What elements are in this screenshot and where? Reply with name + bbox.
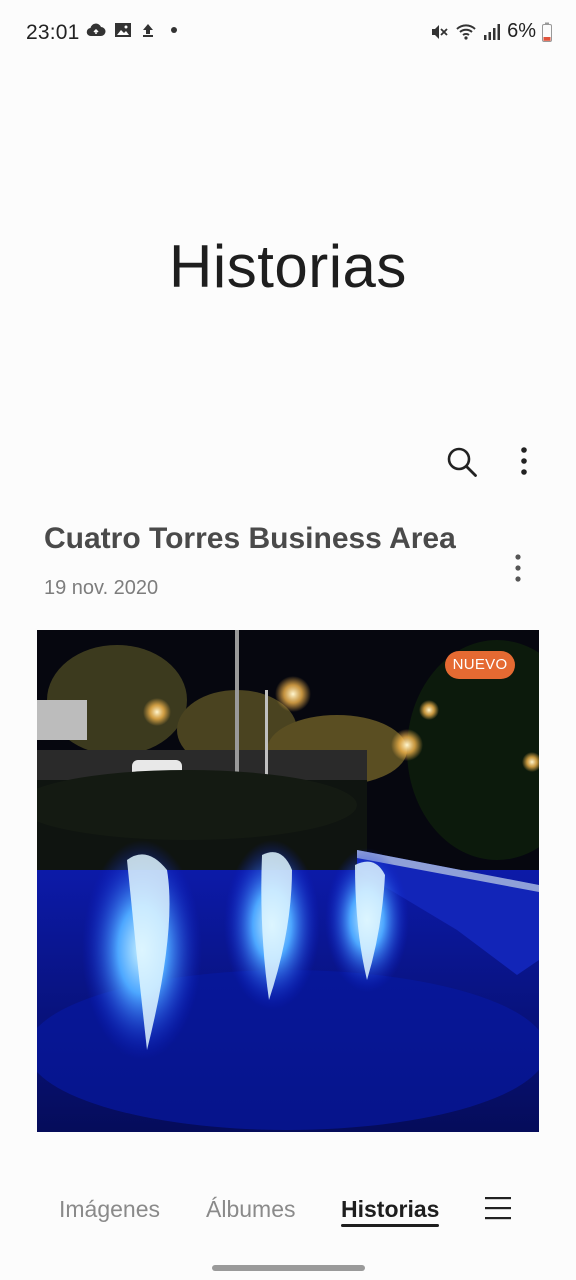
- tab-albums[interactable]: Álbumes: [206, 1196, 295, 1223]
- story-more-options-button[interactable]: [504, 550, 532, 586]
- page-title: Historias: [169, 233, 407, 300]
- signal-icon: [483, 23, 501, 41]
- story-title[interactable]: Cuatro Torres Business Area: [44, 522, 456, 556]
- hamburger-menu-icon: [484, 1194, 512, 1222]
- more-vertical-icon: [508, 442, 540, 482]
- status-bar: 23:01 6%: [0, 0, 576, 66]
- mute-vibrate-icon: [429, 22, 449, 42]
- tab-stories[interactable]: Historias: [341, 1196, 439, 1223]
- search-icon: [444, 444, 480, 480]
- menu-button[interactable]: [484, 1194, 512, 1222]
- wifi-calling-icon: [455, 22, 477, 42]
- status-left-icons: [86, 22, 180, 38]
- new-badge: NUEVO: [445, 651, 515, 679]
- story-date: 19 nov. 2020: [44, 577, 159, 599]
- active-tab-indicator: [341, 1224, 439, 1227]
- home-indicator[interactable]: [212, 1265, 365, 1271]
- dot-icon: [164, 22, 180, 38]
- search-button[interactable]: [444, 444, 480, 480]
- upload-icon: [140, 22, 156, 38]
- status-time: 23:01: [26, 21, 80, 44]
- more-options-button[interactable]: [508, 442, 540, 482]
- story-cover-image[interactable]: [37, 630, 539, 1132]
- battery-low-icon: [542, 22, 552, 42]
- battery-percent: 6%: [507, 20, 536, 42]
- tab-images[interactable]: Imágenes: [59, 1196, 160, 1223]
- status-right-icons: 6%: [429, 20, 552, 43]
- cloud-sync-icon: [86, 22, 106, 38]
- more-vertical-icon: [504, 550, 532, 586]
- image-icon: [114, 22, 132, 38]
